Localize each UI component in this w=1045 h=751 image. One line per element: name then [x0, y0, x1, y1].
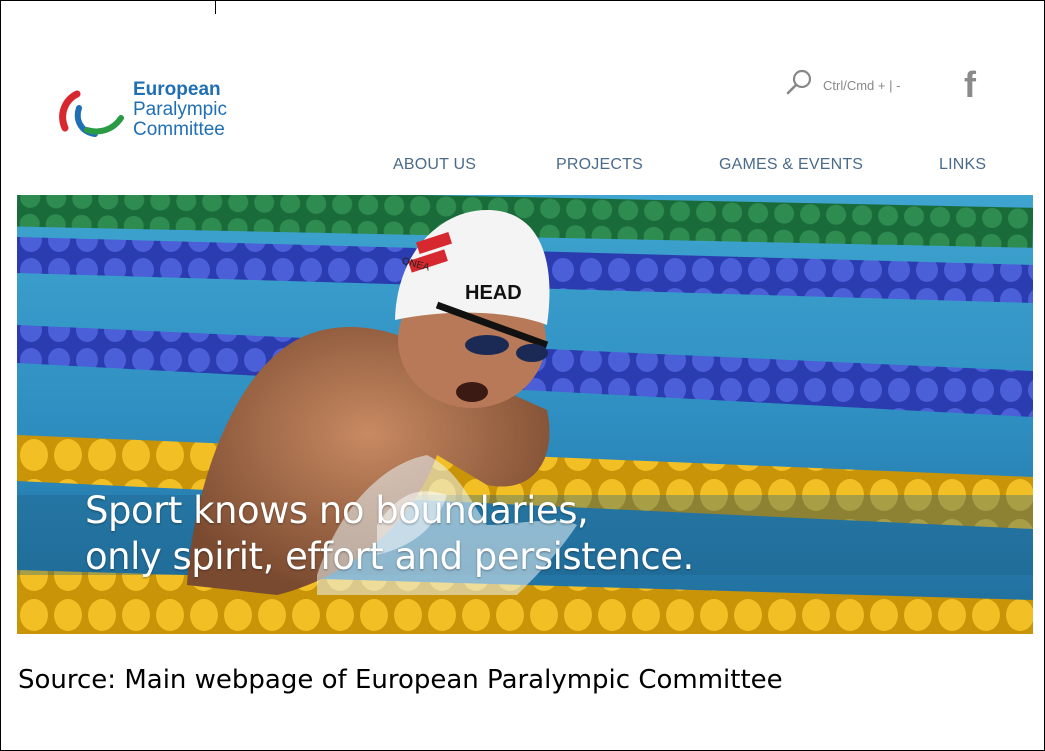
logo-line-2: Paralympic	[133, 99, 227, 120]
main-nav: ABOUT US PROJECTS GAMES & EVENTS LINKS	[0, 156, 1045, 176]
site-logo[interactable]: European Paralympic Committee	[55, 80, 255, 150]
facebook-icon[interactable]: f	[964, 64, 976, 106]
nav-about-us[interactable]: ABOUT US	[393, 156, 476, 174]
zoom-hint: Ctrl/Cmd + | -	[823, 78, 901, 93]
hero-caption: Sport knows no boundaries, only spirit, …	[85, 488, 694, 580]
search-icon[interactable]	[784, 68, 814, 96]
logo-line-3: Committee	[133, 119, 225, 140]
nav-games-events[interactable]: GAMES & EVENTS	[719, 156, 863, 174]
agitos-icon	[59, 90, 124, 137]
nav-projects[interactable]: PROJECTS	[556, 156, 643, 174]
cap-brand-text: HEAD	[465, 282, 522, 304]
logo-text: European Paralympic Committee	[133, 80, 227, 140]
hero-banner[interactable]: HEAD ONEA Sport knows no boundaries, onl…	[17, 195, 1033, 634]
nav-links[interactable]: LINKS	[939, 156, 986, 174]
logo-line-1: European	[133, 79, 221, 100]
table-divider	[215, 0, 216, 14]
utility-bar: Ctrl/Cmd + | - f	[780, 64, 1020, 106]
hero-caption-line-1: Sport knows no boundaries,	[85, 489, 589, 532]
hero-caption-line-2: only spirit, effort and persistence.	[85, 535, 694, 578]
source-note: Source: Main webpage of European Paralym…	[18, 665, 783, 695]
